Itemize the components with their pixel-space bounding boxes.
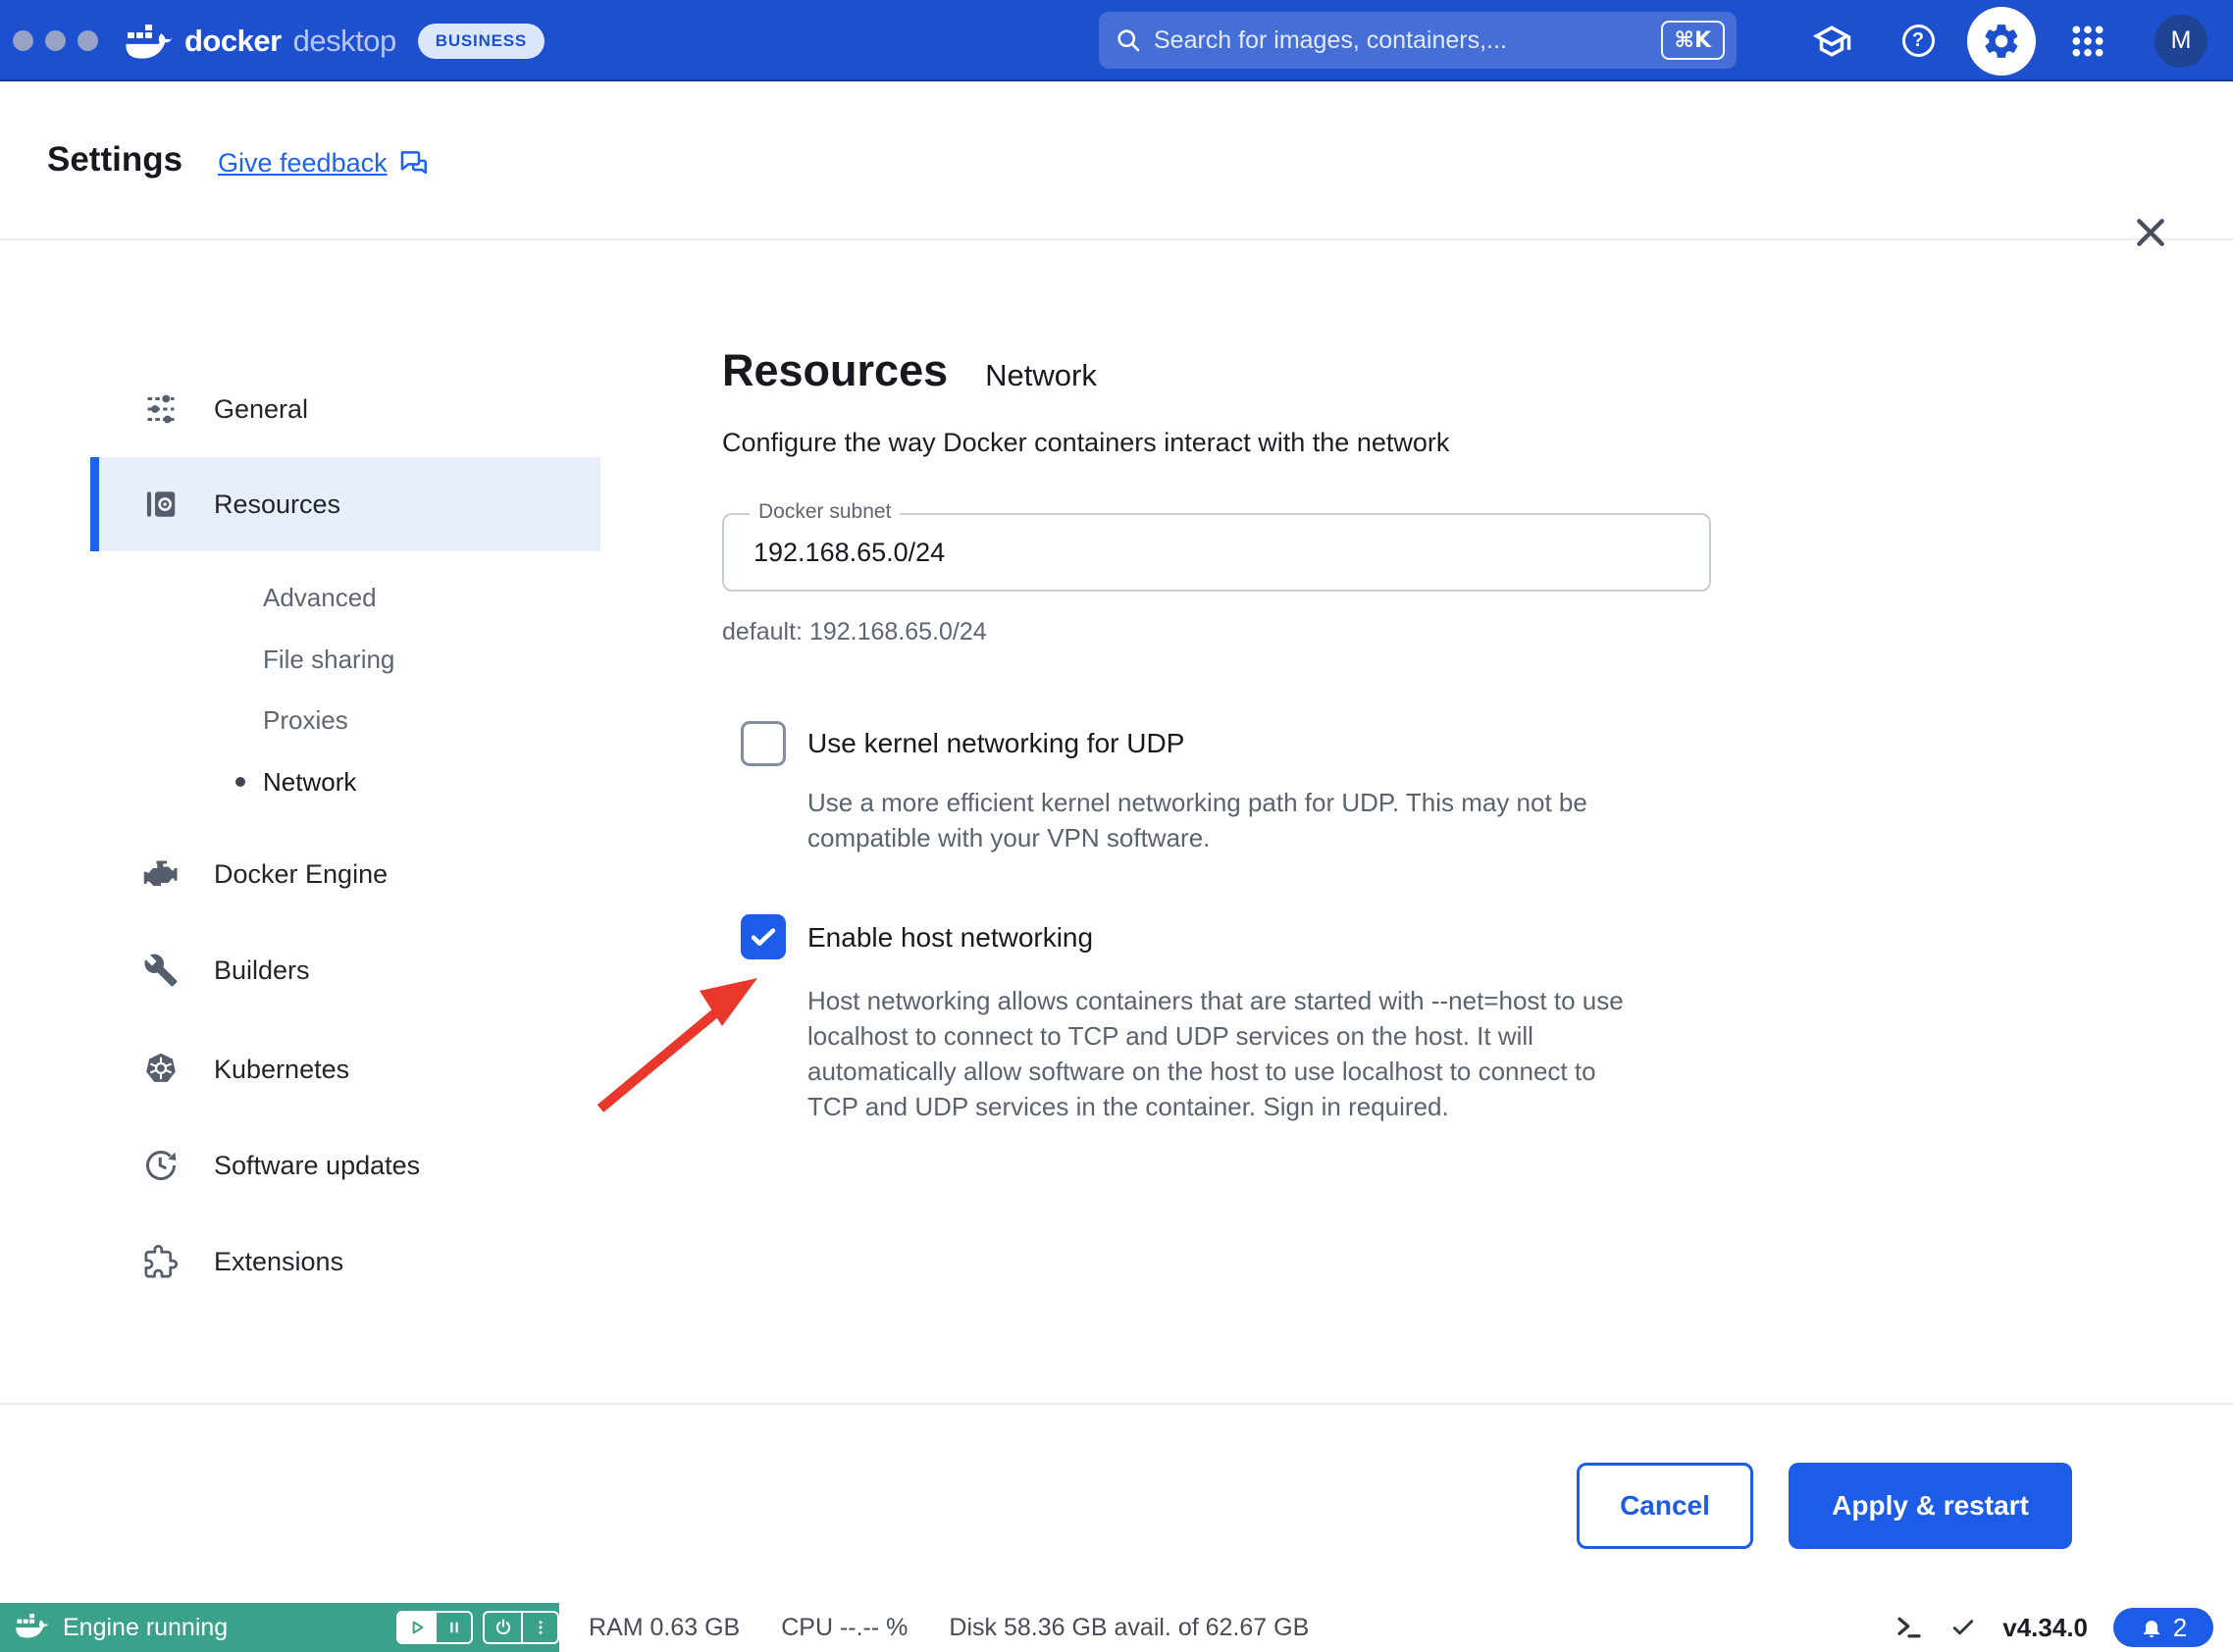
sidebar-item-docker-engine[interactable]: Docker Engine (90, 827, 600, 921)
notifications-button[interactable]: 2 (2113, 1608, 2213, 1647)
sidebar-item-resources[interactable]: Resources (90, 457, 600, 551)
docker-subnet-input[interactable] (724, 515, 1709, 590)
give-feedback-link[interactable]: Give feedback (218, 146, 431, 180)
sidebar-subitem-proxies[interactable]: Proxies (263, 703, 348, 737)
terminal-icon[interactable] (1895, 1613, 1924, 1642)
close-settings-button[interactable] (2131, 213, 2170, 252)
host-networking-label: Enable host networking (807, 922, 1093, 954)
question-mark-icon: ? (1902, 25, 1935, 57)
update-check-icon (1949, 1614, 1977, 1641)
status-bar: Engine running (0, 1603, 2233, 1652)
search-shortcut-badge: ⌘K (1661, 21, 1725, 60)
power-icon (493, 1618, 513, 1637)
active-bullet-icon (235, 777, 245, 787)
close-icon (2139, 221, 2161, 243)
wrench-icon (143, 953, 179, 988)
search-icon (1115, 26, 1142, 54)
docker-whale-icon-small (16, 1613, 49, 1638)
engine-more-button[interactable] (521, 1613, 557, 1642)
docker-desktop-window: docker desktop BUSINESS ⌘K ? (0, 0, 2233, 1652)
sidebar-subitem-network[interactable]: Network (263, 765, 356, 799)
settings-header: Settings Give feedback (0, 83, 2233, 240)
play-icon (407, 1618, 427, 1637)
titlebar: docker desktop BUSINESS ⌘K ? (0, 0, 2233, 81)
clock-update-icon (143, 1148, 179, 1183)
sidebar-item-extensions[interactable]: Extensions (90, 1214, 600, 1309)
docker-subnet-field: Docker subnet (722, 513, 1711, 592)
puzzle-icon (143, 1244, 179, 1279)
host-networking-checkbox[interactable] (741, 914, 786, 959)
bell-icon (2140, 1616, 2163, 1639)
footer-divider (0, 1403, 2233, 1405)
app-logo: docker desktop BUSINESS (126, 0, 545, 81)
engine-play-button[interactable] (398, 1613, 435, 1642)
cancel-button[interactable]: Cancel (1577, 1463, 1753, 1549)
apply-restart-button[interactable]: Apply & restart (1789, 1463, 2072, 1549)
settings-button-active[interactable] (1967, 0, 2036, 81)
cpu-usage: CPU --.-- % (781, 1614, 908, 1642)
brand-docker: docker (184, 24, 282, 59)
business-badge: BUSINESS (418, 24, 545, 59)
avatar: M (2155, 15, 2207, 68)
kernel-udp-checkbox[interactable] (741, 721, 786, 766)
selected-accent-bar (90, 457, 99, 551)
checkmark-icon (747, 920, 780, 954)
window-close-button[interactable] (13, 30, 33, 51)
host-networking-description: Host networking allows containers that a… (807, 983, 1624, 1124)
engine-icon (143, 856, 179, 892)
engine-power-group (483, 1611, 559, 1644)
page-title: Settings (47, 140, 182, 180)
section-title: Resources (722, 345, 948, 396)
disk-usage: Disk 58.36 GB avail. of 62.67 GB (949, 1614, 1309, 1642)
engine-playpause-group (396, 1611, 473, 1644)
ram-usage: RAM 0.63 GB (589, 1614, 740, 1642)
kubernetes-icon (143, 1052, 179, 1087)
sidebar-item-general[interactable]: General (90, 362, 600, 456)
sidebar-subitem-file-sharing[interactable]: File sharing (263, 643, 394, 676)
kernel-udp-description: Use a more efficient kernel networking p… (807, 785, 1587, 855)
learning-center-button[interactable] (1807, 0, 1856, 81)
engine-pause-button[interactable] (435, 1613, 471, 1642)
window-zoom-button[interactable] (78, 30, 98, 51)
pause-icon (445, 1619, 463, 1636)
grid-icon (2068, 22, 2107, 61)
graduation-cap-icon (1811, 21, 1852, 62)
sidebar-item-kubernetes[interactable]: Kubernetes (90, 1022, 600, 1116)
window-minimize-button[interactable] (45, 30, 66, 51)
section-subtab: Network (985, 358, 1097, 393)
gear-icon (1967, 7, 2036, 76)
docker-subnet-default-hint: default: 192.168.65.0/24 (722, 618, 987, 646)
account-menu[interactable]: M (2154, 0, 2208, 81)
docker-whale-icon (126, 24, 173, 59)
section-heading: Resources Network (722, 345, 1097, 396)
sidebar-subitem-advanced[interactable]: Advanced (263, 581, 377, 614)
sidebar-item-builders[interactable]: Builders (90, 923, 600, 1017)
kebab-menu-icon (532, 1619, 549, 1636)
version-label: v4.34.0 (2002, 1613, 2088, 1643)
engine-power-button[interactable] (485, 1613, 521, 1642)
sidebar-item-software-updates[interactable]: Software updates (90, 1118, 600, 1213)
search-input[interactable] (1154, 26, 1649, 55)
sliders-icon (143, 391, 179, 427)
statusbar-right: v4.34.0 2 (1895, 1603, 2213, 1652)
kernel-udp-label: Use kernel networking for UDP (807, 728, 1184, 759)
feedback-bubbles-icon (397, 146, 431, 180)
notifications-count: 2 (2173, 1613, 2187, 1643)
docker-subnet-label: Docker subnet (750, 500, 900, 524)
brand-desktop: desktop (293, 24, 396, 59)
engine-status-segment: Engine running (0, 1603, 559, 1652)
system-stats: RAM 0.63 GB CPU --.-- % Disk 58.36 GB av… (589, 1603, 1309, 1652)
storage-icon (143, 487, 179, 522)
help-button[interactable]: ? (1894, 0, 1943, 81)
apps-grid-button[interactable] (2060, 0, 2115, 81)
section-description: Configure the way Docker containers inte… (722, 428, 1449, 458)
global-search[interactable]: ⌘K (1099, 12, 1737, 69)
engine-status-label: Engine running (63, 1614, 228, 1642)
